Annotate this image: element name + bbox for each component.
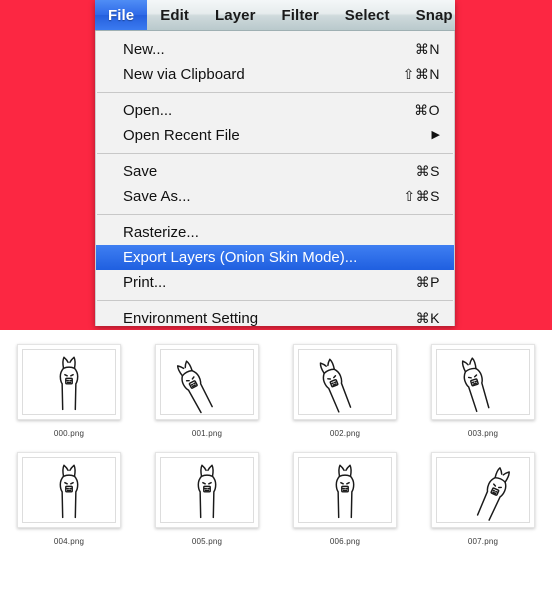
file-menu-dropdown: New... ⌘N New via Clipboard ⇧⌘N Open... … xyxy=(95,31,455,326)
alpaca-thumbnail-icon xyxy=(298,457,392,523)
file-cell[interactable]: 006.png xyxy=(285,452,405,546)
menubar: File Edit Layer Filter Select Snap xyxy=(95,0,455,31)
menu-item-print[interactable]: Print... ⌘P xyxy=(96,270,454,295)
file-row-2: 004.png 005.png 006.png 007.png xyxy=(0,438,552,546)
alpaca-thumbnail-icon xyxy=(436,349,530,415)
menu-separator xyxy=(97,214,453,215)
file-name-label: 001.png xyxy=(191,429,223,438)
thumbnail-card[interactable] xyxy=(155,344,259,420)
menubar-item-edit[interactable]: Edit xyxy=(147,0,202,30)
menu-item-save-as[interactable]: Save As... ⇧⌘S xyxy=(96,184,454,209)
menubar-item-filter[interactable]: Filter xyxy=(269,0,332,30)
menu-item-save[interactable]: Save ⌘S xyxy=(96,159,454,184)
alpaca-thumbnail-icon xyxy=(22,457,116,523)
menu-item-rasterize[interactable]: Rasterize... xyxy=(96,220,454,245)
menu-item-open[interactable]: Open... ⌘O xyxy=(96,98,454,123)
alpaca-thumbnail-icon xyxy=(298,349,392,415)
menu-item-rasterize-label: Rasterize... xyxy=(123,224,199,241)
alpaca-thumbnail-icon xyxy=(436,457,530,523)
menubar-item-select-label: Select xyxy=(344,6,390,24)
menu-item-export-layers-label: Export Layers (Onion Skin Mode)... xyxy=(123,249,358,266)
menu-item-new-via-clipboard-label: New via Clipboard xyxy=(123,66,245,83)
menu-item-save-shortcut: ⌘S xyxy=(415,163,440,179)
menu-item-save-label: Save xyxy=(123,163,158,180)
file-name-label: 002.png xyxy=(329,429,361,438)
alpaca-thumbnail-icon xyxy=(160,457,254,523)
menu-item-new-via-clipboard-shortcut: ⇧⌘N xyxy=(402,66,440,82)
menu-item-environment-setting[interactable]: Environment Setting ⌘K xyxy=(96,306,454,326)
file-cell[interactable]: 004.png xyxy=(9,452,129,546)
menu-item-new-shortcut: ⌘N xyxy=(414,41,440,57)
application-menu-window: File Edit Layer Filter Select Snap New..… xyxy=(95,0,455,326)
file-cell[interactable]: 002.png xyxy=(285,344,405,438)
submenu-arrow-icon: ▶ xyxy=(431,129,440,141)
thumbnail-card[interactable] xyxy=(293,452,397,528)
thumbnail-card[interactable] xyxy=(155,452,259,528)
file-cell[interactable]: 005.png xyxy=(147,452,267,546)
thumbnail-card[interactable] xyxy=(17,344,121,420)
menubar-item-snap[interactable]: Snap xyxy=(403,0,455,30)
red-backdrop: File Edit Layer Filter Select Snap New..… xyxy=(0,0,552,330)
menu-separator xyxy=(97,300,453,301)
menu-item-save-as-shortcut: ⇧⌘S xyxy=(403,188,440,204)
menu-item-open-label: Open... xyxy=(123,102,173,119)
alpaca-thumbnail-icon xyxy=(22,349,116,415)
menu-item-open-recent-file-label: Open Recent File xyxy=(123,127,240,144)
file-name-label: 006.png xyxy=(329,537,361,546)
file-row-1: 000.png 001.png 002.png 003.png xyxy=(0,330,552,438)
menu-item-environment-setting-label: Environment Setting xyxy=(123,310,259,326)
exported-files-panel: 000.png 001.png 002.png 003.png 004.png … xyxy=(0,330,552,614)
menu-item-open-recent-file[interactable]: Open Recent File ▶ xyxy=(96,123,454,148)
menu-item-environment-setting-shortcut: ⌘K xyxy=(415,310,440,326)
menubar-item-filter-label: Filter xyxy=(281,6,319,24)
menu-item-new-via-clipboard[interactable]: New via Clipboard ⇧⌘N xyxy=(96,62,454,87)
menubar-item-layer[interactable]: Layer xyxy=(202,0,269,30)
file-name-label: 003.png xyxy=(467,429,499,438)
menubar-item-file[interactable]: File xyxy=(95,0,148,30)
menu-item-save-as-label: Save As... xyxy=(123,188,191,205)
thumbnail-card[interactable] xyxy=(431,344,535,420)
file-name-label: 004.png xyxy=(53,537,85,546)
alpaca-thumbnail-icon xyxy=(160,349,254,415)
menu-item-print-shortcut: ⌘P xyxy=(415,274,440,290)
thumbnail-card[interactable] xyxy=(293,344,397,420)
menu-separator xyxy=(97,153,453,154)
file-name-label: 005.png xyxy=(191,537,223,546)
file-cell[interactable]: 000.png xyxy=(9,344,129,438)
menubar-item-layer-label: Layer xyxy=(214,6,256,24)
menu-item-new[interactable]: New... ⌘N xyxy=(96,37,454,62)
file-cell[interactable]: 001.png xyxy=(147,344,267,438)
file-name-label: 000.png xyxy=(53,429,85,438)
thumbnail-card[interactable] xyxy=(17,452,121,528)
menubar-item-snap-label: Snap xyxy=(415,6,453,24)
thumbnail-card[interactable] xyxy=(431,452,535,528)
menu-separator xyxy=(97,92,453,93)
file-name-label: 007.png xyxy=(467,537,499,546)
menu-item-print-label: Print... xyxy=(123,274,167,291)
file-cell[interactable]: 003.png xyxy=(423,344,543,438)
menubar-item-file-label: File xyxy=(108,6,135,24)
menu-item-open-shortcut: ⌘O xyxy=(414,102,440,118)
menu-item-export-layers-onion-skin-mode[interactable]: Export Layers (Onion Skin Mode)... xyxy=(96,245,454,270)
file-cell[interactable]: 007.png xyxy=(423,452,543,546)
menubar-item-edit-label: Edit xyxy=(160,6,189,24)
menu-item-new-label: New... xyxy=(123,41,165,58)
menubar-item-select[interactable]: Select xyxy=(332,0,403,30)
